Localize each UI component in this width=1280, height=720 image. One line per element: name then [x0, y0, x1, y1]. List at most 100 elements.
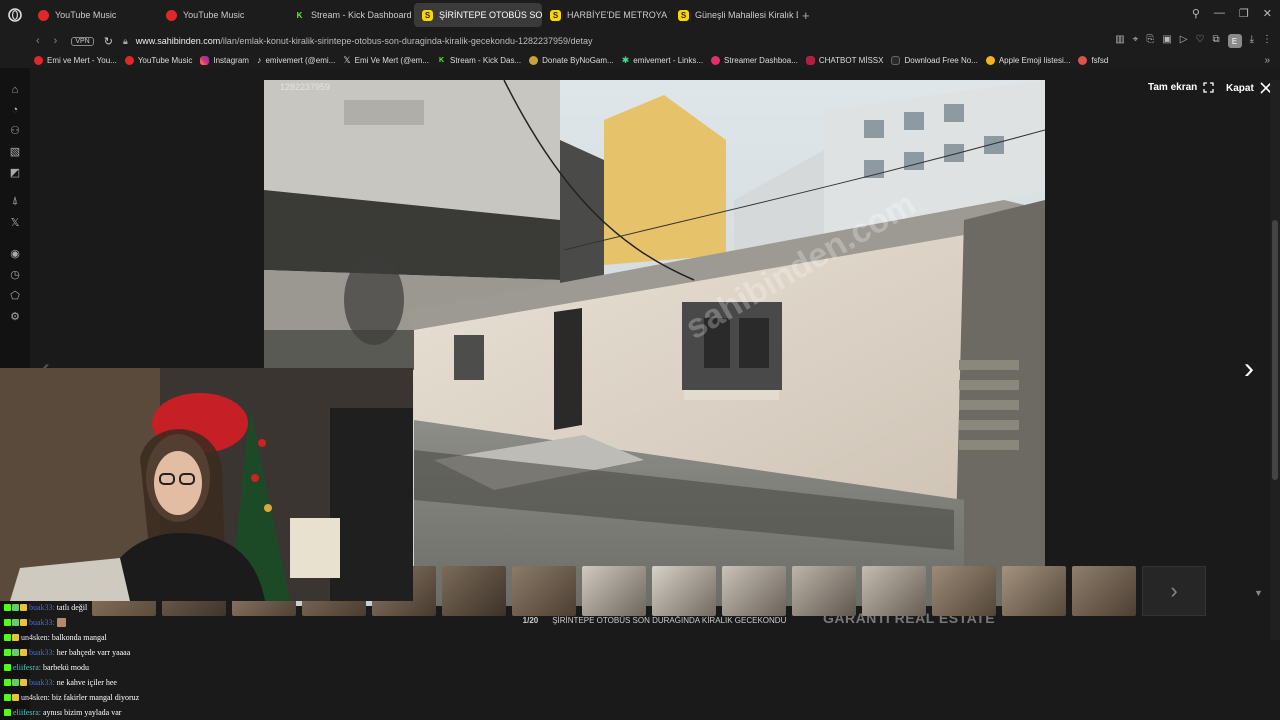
settings-icon[interactable]: ⚙ — [10, 310, 20, 323]
speed-dial-icon[interactable]: ◔ — [12, 104, 19, 116]
opera-logo-icon[interactable] — [0, 8, 30, 22]
search-tabs-icon[interactable]: ⚲ — [1192, 7, 1200, 20]
thumbnail-next-icon[interactable]: › — [1142, 566, 1206, 616]
vpn-badge[interactable]: VPN — [71, 36, 94, 46]
chat-message: eliifesra: barbekü modu — [0, 660, 300, 675]
bookmark-item[interactable]: Donate ByNoGam... — [529, 55, 614, 65]
chat-username[interactable]: buak33: — [29, 678, 55, 687]
player-sidebar-icon[interactable]: ◉ — [10, 247, 20, 260]
url-field[interactable]: www.sahibinden.com/ilan/emlak-konut-kira… — [136, 36, 593, 46]
photo-id-stamp: 1282237959 — [280, 82, 330, 92]
bookmark-item[interactable]: ✱ emivemert - Links... — [622, 55, 703, 66]
tab-label: Güneşli Mahallesi Kiralık D — [695, 10, 798, 20]
instagram-icon — [200, 55, 210, 65]
bookmark-item[interactable]: fsfsd — [1078, 55, 1108, 65]
bookmark-item[interactable]: Instagram — [200, 55, 249, 65]
chat-username[interactable]: eliifesra: — [13, 663, 41, 672]
thumbnail[interactable] — [582, 566, 646, 616]
wallet-icon[interactable]: ▣ — [1162, 34, 1171, 48]
address-bar: ‹ › VPN ↻ 🔒︎ www.sahibinden.com/ilan/eml… — [0, 30, 1280, 52]
bookmark-item[interactable]: Emi ve Mert - You... — [34, 55, 117, 65]
chat-username[interactable]: un4sken: — [21, 633, 50, 642]
messenger-icon[interactable]: ◩ — [10, 166, 20, 179]
forward-icon[interactable]: › — [54, 35, 58, 47]
new-tab-button[interactable]: + — [802, 8, 810, 23]
chat-username[interactable]: eliifesra: — [13, 708, 41, 717]
bookmarks-overflow-icon[interactable]: » — [1264, 55, 1270, 66]
chat-username[interactable]: un4sken: — [21, 693, 50, 702]
download-site-icon — [891, 55, 901, 65]
scrollbar-thumb[interactable] — [1272, 220, 1278, 480]
chat-message: un4sken: balkonda mangal — [0, 630, 300, 645]
bookmark-item[interactable]: Download Free No... — [891, 55, 978, 65]
player-icon[interactable]: ▷ — [1180, 34, 1188, 48]
x-sidebar-icon[interactable]: 𝕏 — [11, 216, 20, 229]
thumbnail[interactable] — [862, 566, 926, 616]
extensions-sidebar-icon[interactable]: ⬠ — [10, 289, 20, 302]
pin-icon[interactable]: ⌖ — [1133, 34, 1139, 48]
close-gallery-button[interactable]: Kapat — [1226, 82, 1272, 94]
bookmark-item[interactable]: Apple Emoji listesi... — [985, 55, 1070, 65]
chat-text: barbekü modu — [42, 663, 89, 672]
webcam-illustration — [0, 368, 413, 601]
scroll-down-icon[interactable]: ▼ — [1254, 588, 1263, 598]
tab-harbiye-listing[interactable]: S HARBİYE'DE METROYA 7 — [542, 3, 670, 27]
extensions-icon[interactable]: ⧉ — [1212, 34, 1219, 48]
download-icon[interactable]: ⤓ — [1250, 34, 1254, 48]
bookmark-item[interactable]: CHATBOT MİSSX — [805, 55, 884, 65]
thumbnail[interactable] — [1072, 566, 1136, 616]
bookmark-label: Emi Ve Mert (@em... — [354, 55, 429, 65]
thumbnail[interactable] — [932, 566, 996, 616]
url-path: /ilan/emlak-konut-kiralik-sirintepe-otob… — [220, 36, 593, 46]
lock-icon[interactable]: 🔒︎ — [123, 36, 128, 47]
youtube-icon — [34, 55, 43, 65]
donate-icon — [529, 55, 539, 65]
tab-gunesli-listing[interactable]: S Güneşli Mahallesi Kiralık D — [670, 3, 798, 27]
heart-icon[interactable]: ♡ — [1195, 34, 1204, 48]
fullscreen-button[interactable]: Tam ekran — [1148, 82, 1214, 93]
chat-username[interactable]: buak33: — [29, 603, 55, 612]
notes-icon[interactable]: ▧ — [10, 145, 20, 158]
tab-label: YouTube Music — [183, 10, 245, 20]
kick-sidebar-icon[interactable]: ⍋ — [12, 195, 19, 208]
thumbnail[interactable] — [792, 566, 856, 616]
bookmark-item[interactable]: Streamer Dashboa... — [711, 55, 798, 65]
minimize-button[interactable]: — — [1214, 7, 1225, 20]
profile-extension-icon[interactable]: E — [1227, 34, 1242, 48]
chat-username[interactable]: buak33: — [29, 618, 55, 627]
reload-icon[interactable]: ↻ — [104, 35, 113, 48]
menu-icon[interactable]: ⋮ — [1262, 34, 1272, 48]
page-scrollbar[interactable] — [1270, 80, 1280, 640]
snapshot-icon[interactable]: ⎘ — [1146, 34, 1154, 48]
bookmark-item[interactable]: YouTube Music — [124, 55, 192, 65]
thumbnail[interactable] — [652, 566, 716, 616]
bookmark-label: Download Free No... — [904, 55, 978, 65]
next-photo-arrow-icon[interactable]: › — [1244, 352, 1254, 386]
bookmark-item[interactable]: K Stream - Kick Das... — [436, 55, 521, 65]
chat-text: tatlı değil — [56, 603, 88, 612]
tab-label: ŞİRİNTEPE OTOBÜS SON — [439, 10, 542, 20]
reader-icon[interactable]: ▥ — [1115, 34, 1124, 48]
tab-youtube-music-1[interactable]: YouTube Music — [30, 3, 158, 27]
close-window-button[interactable]: ✕ — [1263, 7, 1272, 20]
url-host: www.sahibinden.com — [135, 36, 221, 46]
chat-username[interactable]: buak33: — [29, 648, 55, 657]
tab-youtube-music-2[interactable]: YouTube Music — [158, 3, 286, 27]
maximize-button[interactable]: ❐ — [1239, 7, 1249, 20]
thumbnail[interactable] — [512, 566, 576, 616]
history-icon[interactable]: ◷ — [10, 268, 20, 281]
bookmark-item[interactable]: ♪ emivemert (@emi... — [257, 55, 335, 65]
ai-icon[interactable]: ⚇ — [10, 124, 20, 137]
thumbnail[interactable] — [442, 566, 506, 616]
home-icon[interactable]: ⌂ — [12, 84, 19, 96]
back-icon[interactable]: ‹ — [36, 35, 40, 47]
thumbnail[interactable] — [722, 566, 786, 616]
bookmark-item[interactable]: 𝕏 Emi Ve Mert (@em... — [343, 55, 429, 66]
chat-message: buak33: ne kahve içiler hee — [0, 675, 300, 690]
thumbnail[interactable] — [1002, 566, 1066, 616]
tab-kick-dashboard[interactable]: K Stream - Kick Dashboard — [286, 3, 414, 27]
bookmark-label: CHATBOT MİSSX — [818, 55, 884, 65]
chatbot-icon — [805, 55, 815, 65]
tab-sirintepe-listing[interactable]: S ŞİRİNTEPE OTOBÜS SON — [414, 3, 542, 27]
chat-text: aynısı bizim yaylada var — [42, 708, 122, 717]
